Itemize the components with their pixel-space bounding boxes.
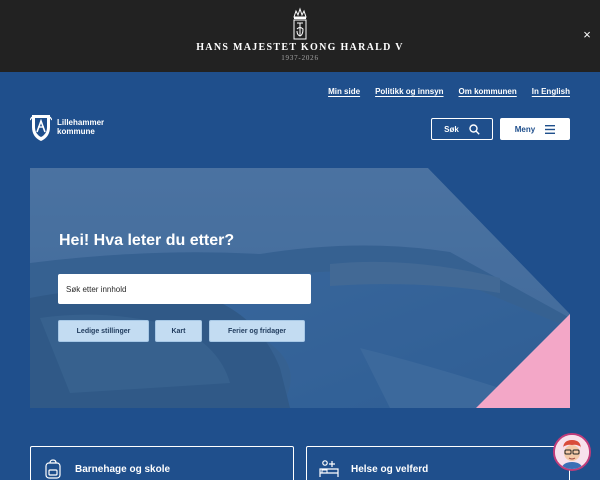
care-bed-icon bbox=[319, 460, 339, 477]
content-search-input[interactable] bbox=[58, 274, 311, 304]
link-politikk-og-innsyn[interactable]: Politikk og innsyn bbox=[375, 87, 443, 96]
card-barnehage-og-skole[interactable]: Barnehage og skole bbox=[30, 446, 294, 480]
menu-button-label: Meny bbox=[514, 124, 536, 134]
municipality-logo[interactable]: Lillehammer kommune bbox=[30, 112, 130, 142]
hero-section: Hei! Hva leter du etter? Ledige stilling… bbox=[30, 168, 570, 408]
quick-link-ledige-stillinger[interactable]: Ledige stillinger bbox=[58, 320, 149, 342]
banner-title: HANS MAJESTET KONG HARALD V bbox=[196, 42, 404, 53]
quick-link-kart[interactable]: Kart bbox=[155, 320, 202, 342]
royal-monogram-icon bbox=[293, 7, 307, 40]
search-button-label: Søk bbox=[444, 124, 459, 134]
search-icon bbox=[469, 123, 480, 135]
menu-button[interactable]: Meny bbox=[500, 118, 570, 140]
search-button[interactable]: Søk bbox=[431, 118, 493, 140]
logo-line-2: kommune bbox=[57, 127, 95, 136]
chat-avatar-icon bbox=[555, 435, 589, 469]
hero-title: Hei! Hva leter du etter? bbox=[59, 232, 235, 249]
top-links: Min side Politikk og innsyn Om kommunen … bbox=[328, 87, 570, 96]
site-header: Min side Politikk og innsyn Om kommunen … bbox=[0, 72, 600, 172]
card-helse-og-velferd[interactable]: Helse og velferd bbox=[306, 446, 570, 480]
link-om-kommunen[interactable]: Om kommunen bbox=[459, 87, 517, 96]
chat-assistant-button[interactable] bbox=[553, 433, 591, 471]
card-label: Barnehage og skole bbox=[75, 464, 171, 475]
logo-text: Lillehammer kommune bbox=[57, 118, 104, 136]
card-label: Helse og velferd bbox=[351, 464, 429, 475]
coat-of-arms-icon bbox=[30, 115, 52, 141]
banner-years: 1937-2026 bbox=[281, 54, 319, 62]
memorial-banner: HANS MAJESTET KONG HARALD V 1937-2026 × bbox=[0, 0, 600, 72]
hamburger-icon bbox=[545, 124, 556, 134]
link-in-english[interactable]: In English bbox=[532, 87, 570, 96]
quick-link-ferier-og-fridager[interactable]: Ferier og fridager bbox=[209, 320, 305, 342]
backpack-icon bbox=[45, 459, 61, 479]
logo-line-1: Lillehammer bbox=[57, 118, 105, 127]
close-icon[interactable]: × bbox=[580, 28, 594, 42]
link-min-side[interactable]: Min side bbox=[328, 87, 360, 96]
